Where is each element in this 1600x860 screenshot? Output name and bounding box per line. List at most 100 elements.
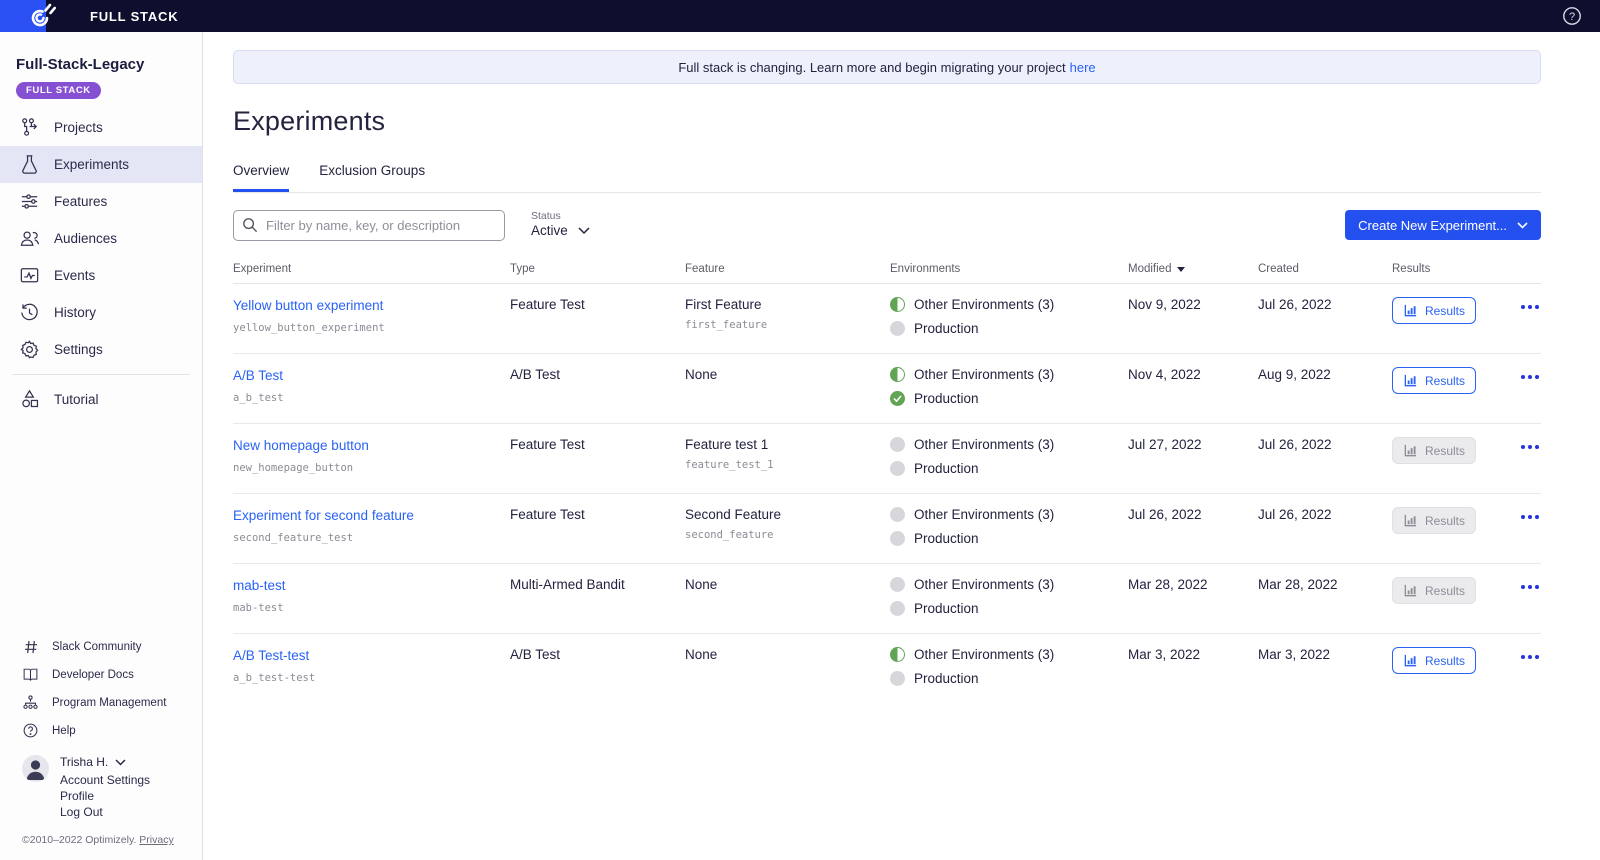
table-row: Yellow button experiment yellow_button_e… — [233, 284, 1541, 354]
environment-status: Production — [890, 671, 1128, 686]
sidebar-item-events[interactable]: Events — [0, 257, 202, 294]
experiment-cell: Experiment for second feature second_fea… — [233, 507, 510, 563]
row-more-menu[interactable] — [1505, 515, 1541, 563]
feature-key: feature_test_1 — [685, 459, 774, 471]
column-header-results[interactable]: Results — [1392, 263, 1505, 275]
user-menu[interactable]: Trisha H. — [60, 755, 150, 769]
privacy-link[interactable]: Privacy — [139, 834, 173, 846]
copyright: ©2010–2022 Optimizely. Privacy — [22, 834, 202, 846]
env-status-off-icon — [890, 601, 905, 616]
org-icon — [22, 694, 39, 711]
feature-key: first_feature — [685, 319, 768, 331]
environment-status: Other Environments (3) — [890, 507, 1128, 522]
environment-status: Other Environments (3) — [890, 297, 1128, 312]
footer-link-developer-docs[interactable]: Developer Docs — [22, 666, 202, 683]
avatar[interactable] — [22, 755, 49, 782]
project-name: Full-Stack-Legacy — [16, 56, 145, 73]
sidebar-item-audiences[interactable]: Audiences — [0, 220, 202, 257]
tutorial-icon — [17, 388, 41, 412]
filter-input[interactable] — [233, 210, 505, 241]
results-button: Results — [1392, 507, 1477, 534]
created-cell: Jul 26, 2022 — [1258, 507, 1332, 522]
top-bar: FULL STACK ? — [0, 0, 1600, 32]
column-header-environments[interactable]: Environments — [890, 263, 1128, 275]
chevron-down-icon — [115, 759, 126, 765]
create-button-label: Create New Experiment... — [1358, 217, 1507, 233]
footer-link-help[interactable]: Help — [22, 722, 202, 739]
sidebar-item-history[interactable]: History — [0, 294, 202, 331]
environments-cell: Other Environments (3) Production — [890, 647, 1128, 704]
settings-icon — [17, 338, 41, 362]
page-title: Experiments — [233, 106, 386, 136]
help-icon — [22, 722, 39, 739]
status-dropdown[interactable]: Status Active — [531, 210, 590, 238]
footer-link-slack-community[interactable]: Slack Community — [22, 638, 202, 655]
help-icon[interactable]: ? — [1562, 6, 1582, 26]
sidebar-item-projects[interactable]: Projects — [0, 109, 202, 146]
modified-cell: Nov 9, 2022 — [1128, 297, 1201, 312]
experiment-cell: mab-test mab-test — [233, 577, 510, 633]
results-cell: Results — [1392, 437, 1505, 493]
results-button[interactable]: Results — [1392, 647, 1477, 674]
results-cell: Results — [1392, 577, 1505, 633]
experiment-link[interactable]: A/B Test — [233, 368, 283, 383]
feature-cell: First Feature first_feature — [685, 297, 890, 353]
footer-link-program-management[interactable]: Program Management — [22, 694, 202, 711]
env-status-partial-icon — [890, 647, 905, 662]
user-link-account-settings[interactable]: Account Settings — [60, 772, 150, 788]
brand-title: FULL STACK — [90, 8, 179, 24]
footer-link-label: Developer Docs — [52, 668, 134, 681]
sidebar-item-label: Audiences — [54, 231, 118, 246]
create-new-experiment-button[interactable]: Create New Experiment... — [1345, 210, 1541, 240]
modified-cell: Mar 28, 2022 — [1128, 577, 1208, 592]
env-status-off-icon — [890, 437, 905, 452]
experiment-link[interactable]: Yellow button experiment — [233, 298, 383, 313]
sidebar-item-experiments[interactable]: Experiments — [0, 146, 202, 183]
column-header-type[interactable]: Type — [510, 263, 685, 275]
project-type-badge: FULL STACK — [16, 82, 101, 99]
column-header-modified[interactable]: Modified — [1128, 263, 1258, 275]
user-link-log-out[interactable]: Log Out — [60, 804, 150, 820]
env-status-off-icon — [890, 531, 905, 546]
type-cell: Multi-Armed Bandit — [510, 577, 625, 592]
row-more-menu[interactable] — [1505, 375, 1541, 423]
column-header-feature[interactable]: Feature — [685, 263, 890, 275]
tab-exclusion-groups[interactable]: Exclusion Groups — [319, 163, 425, 192]
type-cell: A/B Test — [510, 647, 561, 662]
experiment-link[interactable]: mab-test — [233, 578, 286, 593]
created-cell: Jul 26, 2022 — [1258, 437, 1332, 452]
sidebar-item-features[interactable]: Features — [0, 183, 202, 220]
experiment-link[interactable]: Experiment for second feature — [233, 508, 414, 523]
environments-cell: Other Environments (3) Production — [890, 367, 1128, 423]
sidebar-item-label: History — [54, 305, 97, 320]
banner-here-link[interactable]: here — [1070, 60, 1096, 75]
user-link-profile[interactable]: Profile — [60, 788, 150, 804]
column-header-created[interactable]: Created — [1258, 263, 1392, 275]
feature-name: None — [685, 577, 718, 592]
sidebar-item-tutorial[interactable]: Tutorial — [0, 381, 202, 418]
experiment-cell: A/B Test a_b_test — [233, 367, 510, 423]
sidebar: Full-Stack-Legacy FULL STACK Projects Exp… — [0, 32, 203, 860]
table-row: Experiment for second feature second_fea… — [233, 494, 1541, 564]
experiment-link[interactable]: New homepage button — [233, 438, 369, 453]
experiment-key: second_feature_test — [233, 532, 354, 544]
feature-name: None — [685, 367, 718, 382]
row-more-menu[interactable] — [1505, 445, 1541, 493]
footer-link-label: Program Management — [52, 696, 167, 709]
sidebar-item-label: Features — [54, 194, 108, 209]
sidebar-item-settings[interactable]: Settings — [0, 331, 202, 368]
row-more-menu[interactable] — [1505, 305, 1541, 353]
filter-search — [233, 210, 505, 241]
row-more-menu[interactable] — [1505, 585, 1541, 633]
results-button[interactable]: Results — [1392, 297, 1477, 324]
experiments-table: Yellow button experiment yellow_button_e… — [233, 284, 1544, 704]
banner-text: Full stack is changing. Learn more and b… — [678, 59, 1066, 75]
results-button[interactable]: Results — [1392, 367, 1477, 394]
created-cell: Aug 9, 2022 — [1258, 367, 1331, 382]
row-more-menu[interactable] — [1505, 655, 1541, 704]
sidebar-item-label: Tutorial — [54, 392, 99, 407]
column-header-experiment[interactable]: Experiment — [233, 263, 510, 275]
experiment-link[interactable]: A/B Test-test — [233, 648, 309, 663]
environment-status: Production — [890, 461, 1128, 476]
tab-overview[interactable]: Overview — [233, 163, 290, 192]
